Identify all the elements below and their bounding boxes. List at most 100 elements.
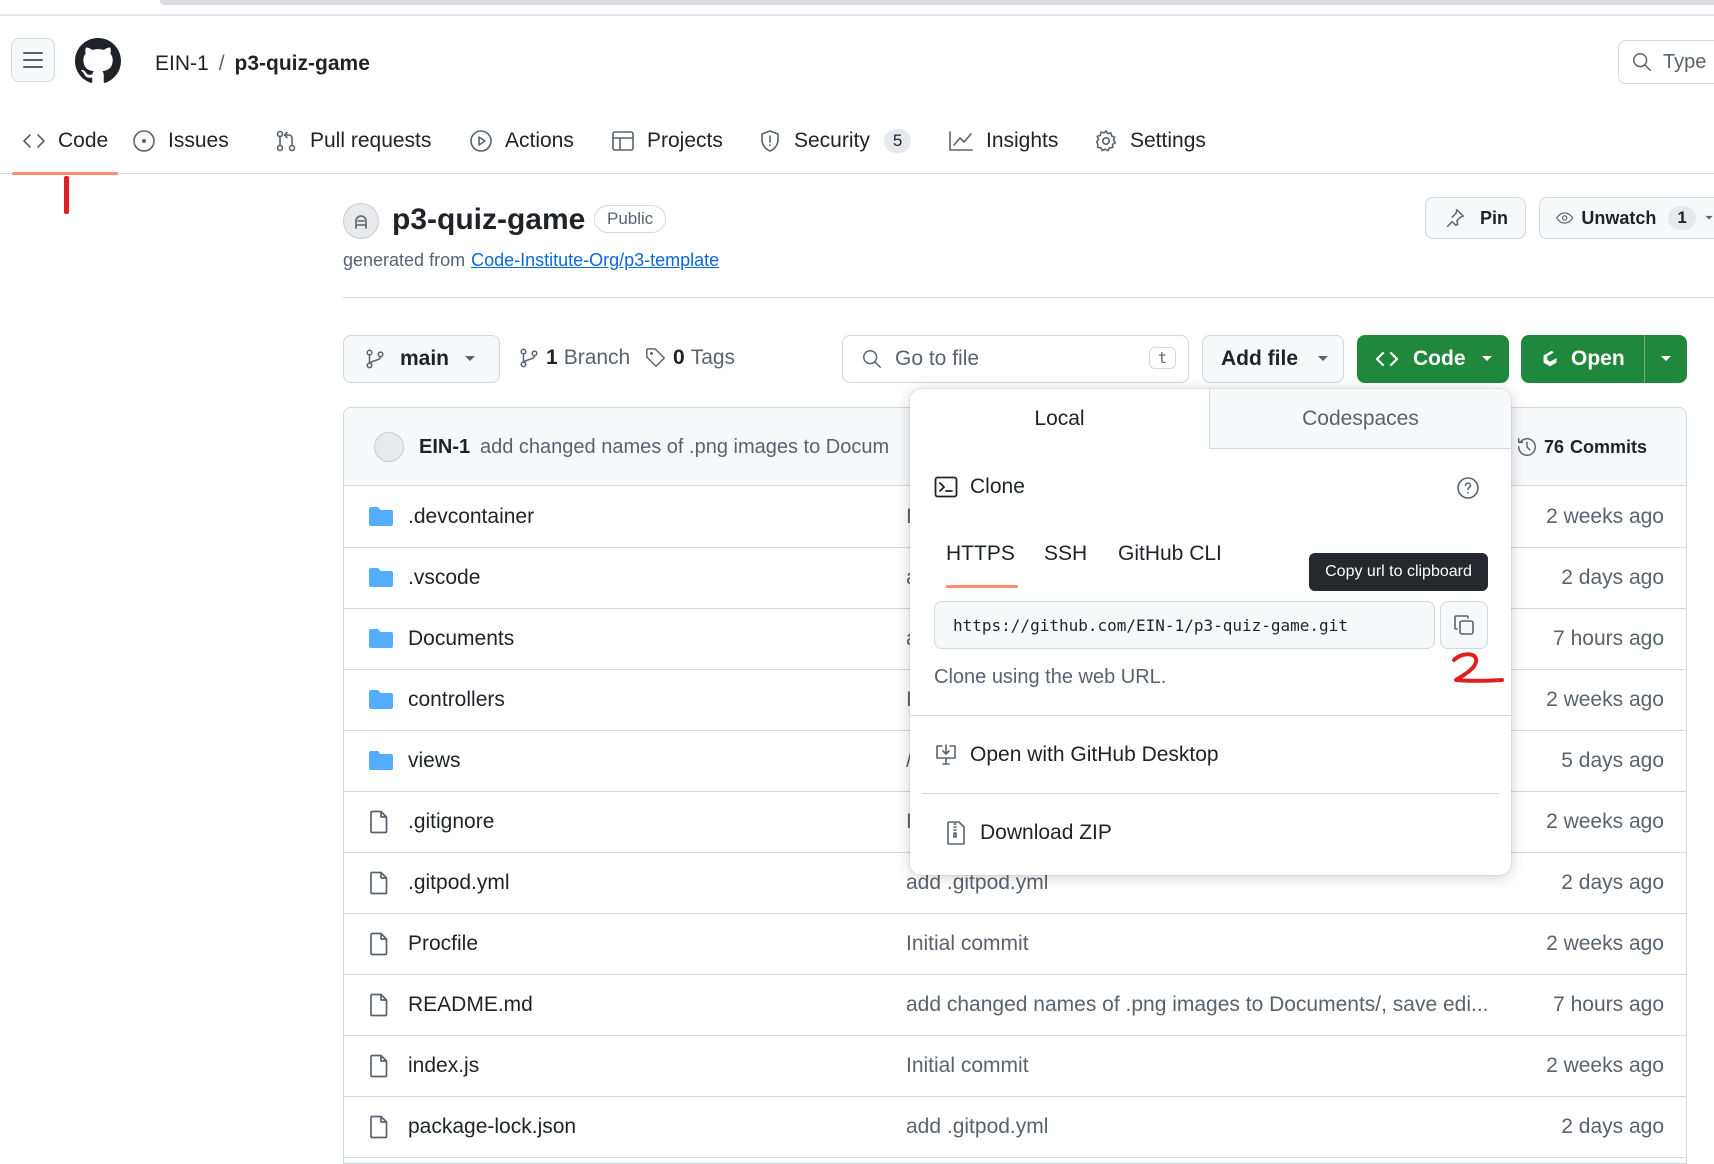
tab-actions[interactable]: Actions bbox=[469, 124, 574, 158]
commit-message[interactable]: add changed names of .png images to Docu… bbox=[480, 436, 889, 459]
branch-select-button[interactable]: main bbox=[343, 335, 500, 383]
add-file-button[interactable]: Add file bbox=[1202, 335, 1344, 383]
breadcrumb: EIN-1 / p3-quiz-game bbox=[155, 52, 370, 76]
security-alert-count: 5 bbox=[883, 129, 912, 153]
file-row[interactable]: Procfile Initial commit 2 weeks ago bbox=[344, 914, 1686, 975]
hamburger-menu-button[interactable] bbox=[11, 38, 55, 82]
file-name[interactable]: package-lock.json bbox=[408, 1115, 576, 1139]
repo-nav: Code Issues Pull requests Actions Projec… bbox=[0, 108, 1714, 175]
file-name[interactable]: .devcontainer bbox=[408, 505, 534, 529]
annotation-mark-1 bbox=[64, 176, 69, 214]
visibility-badge: Public bbox=[594, 205, 667, 233]
graph-icon bbox=[949, 131, 973, 151]
tab-local[interactable]: Local bbox=[910, 389, 1210, 449]
breadcrumb-owner[interactable]: EIN-1 bbox=[155, 52, 209, 75]
file-commit-message[interactable]: Initial commit bbox=[906, 1054, 1029, 1078]
file-icon bbox=[370, 1115, 388, 1139]
file-name[interactable]: .vscode bbox=[408, 566, 480, 590]
search-placeholder: Type bbox=[1663, 50, 1707, 73]
copy-url-button[interactable] bbox=[1440, 601, 1488, 649]
file-commit-message[interactable]: add .gitpod.yml bbox=[906, 1115, 1048, 1139]
unwatch-label: Unwatch bbox=[1581, 207, 1657, 228]
repo-title[interactable]: p3-quiz-game bbox=[392, 203, 585, 237]
git-branch-icon bbox=[520, 348, 538, 368]
file-name[interactable]: .gitpod.yml bbox=[408, 871, 510, 895]
tab-settings[interactable]: Settings bbox=[1094, 124, 1206, 158]
file-icon bbox=[370, 810, 388, 834]
branches-count: 1 bbox=[546, 346, 558, 369]
tab-pull-requests[interactable]: Pull requests bbox=[274, 124, 431, 158]
history-icon bbox=[1518, 438, 1536, 456]
unwatch-button[interactable]: Unwatch 1 bbox=[1539, 197, 1714, 239]
open-github-desktop-item[interactable]: Open with GitHub Desktop bbox=[934, 743, 1219, 767]
tab-label: Issues bbox=[168, 129, 229, 152]
file-name[interactable]: index.js bbox=[408, 1054, 479, 1078]
repo-owner-avatar[interactable] bbox=[343, 203, 379, 239]
file-name[interactable]: .gitignore bbox=[408, 810, 494, 834]
git-branch-icon bbox=[366, 349, 384, 369]
breadcrumb-repo[interactable]: p3-quiz-game bbox=[235, 52, 370, 75]
tab-label: Code bbox=[58, 129, 109, 152]
template-link[interactable]: Code-Institute-Org/p3-template bbox=[471, 250, 719, 270]
tab-label: Settings bbox=[1130, 129, 1206, 152]
gitpod-icon bbox=[1543, 350, 1557, 367]
caret-down-icon bbox=[1318, 356, 1328, 361]
file-row[interactable]: package-lock.json add .gitpod.yml 2 days a… bbox=[344, 1097, 1686, 1158]
file-name[interactable]: Procfile bbox=[408, 932, 478, 956]
commit-author-avatar[interactable] bbox=[374, 432, 404, 462]
commit-author[interactable]: EIN-1 bbox=[419, 436, 470, 459]
commits-count: 76 bbox=[1544, 436, 1565, 457]
caret-down-icon bbox=[1705, 215, 1713, 220]
tags-count: 0 bbox=[673, 346, 685, 369]
file-zip-icon bbox=[947, 821, 965, 845]
file-name[interactable]: Documents bbox=[408, 627, 514, 651]
file-name[interactable]: views bbox=[408, 749, 461, 773]
keyboard-shortcut-hint: t bbox=[1148, 347, 1176, 369]
go-to-file-input[interactable]: Go to file t bbox=[842, 335, 1189, 383]
tab-code[interactable]: Code bbox=[11, 124, 119, 175]
eye-icon bbox=[1556, 212, 1574, 224]
protocol-tab-github-cli[interactable]: GitHub CLI bbox=[1118, 542, 1222, 566]
global-search-input[interactable]: Type bbox=[1618, 40, 1714, 84]
tab-label: Security bbox=[794, 129, 870, 152]
tab-label: Actions bbox=[505, 129, 574, 152]
question-icon[interactable] bbox=[1456, 476, 1480, 500]
tab-insights[interactable]: Insights bbox=[948, 124, 1058, 158]
divider bbox=[910, 715, 1511, 716]
open-codespace-button[interactable]: Open bbox=[1521, 335, 1687, 383]
tab-label: Insights bbox=[986, 129, 1059, 152]
tab-codespaces[interactable]: Codespaces bbox=[1210, 389, 1511, 449]
file-name[interactable]: controllers bbox=[408, 688, 505, 712]
file-name[interactable]: README.md bbox=[408, 993, 533, 1017]
download-zip-item[interactable]: Download ZIP bbox=[946, 821, 1112, 845]
code-dropdown-button[interactable]: Code bbox=[1357, 335, 1509, 383]
caret-down-icon[interactable] bbox=[1659, 354, 1673, 364]
file-row[interactable]: index.js Initial commit 2 weeks ago bbox=[344, 1036, 1686, 1097]
desktop-download-icon bbox=[936, 744, 956, 765]
clone-url-field[interactable]: https://github.com/EIN-1/p3-quiz-game.gi… bbox=[934, 601, 1435, 649]
file-commit-date: 2 days ago bbox=[1561, 871, 1664, 894]
folder-icon bbox=[369, 690, 393, 709]
tab-security[interactable]: Security 5 bbox=[758, 124, 912, 158]
file-commit-message[interactable]: add changed names of .png images to Docu… bbox=[906, 993, 1489, 1017]
pin-label: Pin bbox=[1480, 207, 1509, 228]
clone-dropdown-panel: Local Codespaces Clone HTTPS SSH GitHub … bbox=[910, 389, 1511, 875]
file-row[interactable]: README.md add changed names of .png image… bbox=[344, 975, 1686, 1036]
watch-count: 1 bbox=[1668, 206, 1696, 230]
file-commit-message[interactable]: Initial commit bbox=[906, 932, 1029, 956]
folder-icon bbox=[369, 629, 393, 648]
tab-issues[interactable]: Issues bbox=[132, 124, 229, 158]
commits-history-link[interactable]: 76 Commits bbox=[1516, 436, 1647, 458]
protocol-tab-https[interactable]: HTTPS bbox=[946, 542, 1015, 566]
branches-link[interactable]: 1 Branch bbox=[518, 346, 630, 370]
pull-request-icon bbox=[276, 130, 296, 152]
avatar-icon bbox=[355, 215, 367, 229]
pin-button[interactable]: Pin bbox=[1425, 197, 1526, 239]
github-logo[interactable] bbox=[75, 38, 121, 84]
divider bbox=[343, 297, 1714, 298]
add-file-label: Add file bbox=[1221, 347, 1298, 370]
tab-projects[interactable]: Projects bbox=[611, 124, 723, 158]
tags-link[interactable]: 0 Tags bbox=[645, 346, 735, 370]
protocol-tab-ssh[interactable]: SSH bbox=[1044, 542, 1087, 566]
file-commit-date: 2 weeks ago bbox=[1546, 688, 1664, 711]
